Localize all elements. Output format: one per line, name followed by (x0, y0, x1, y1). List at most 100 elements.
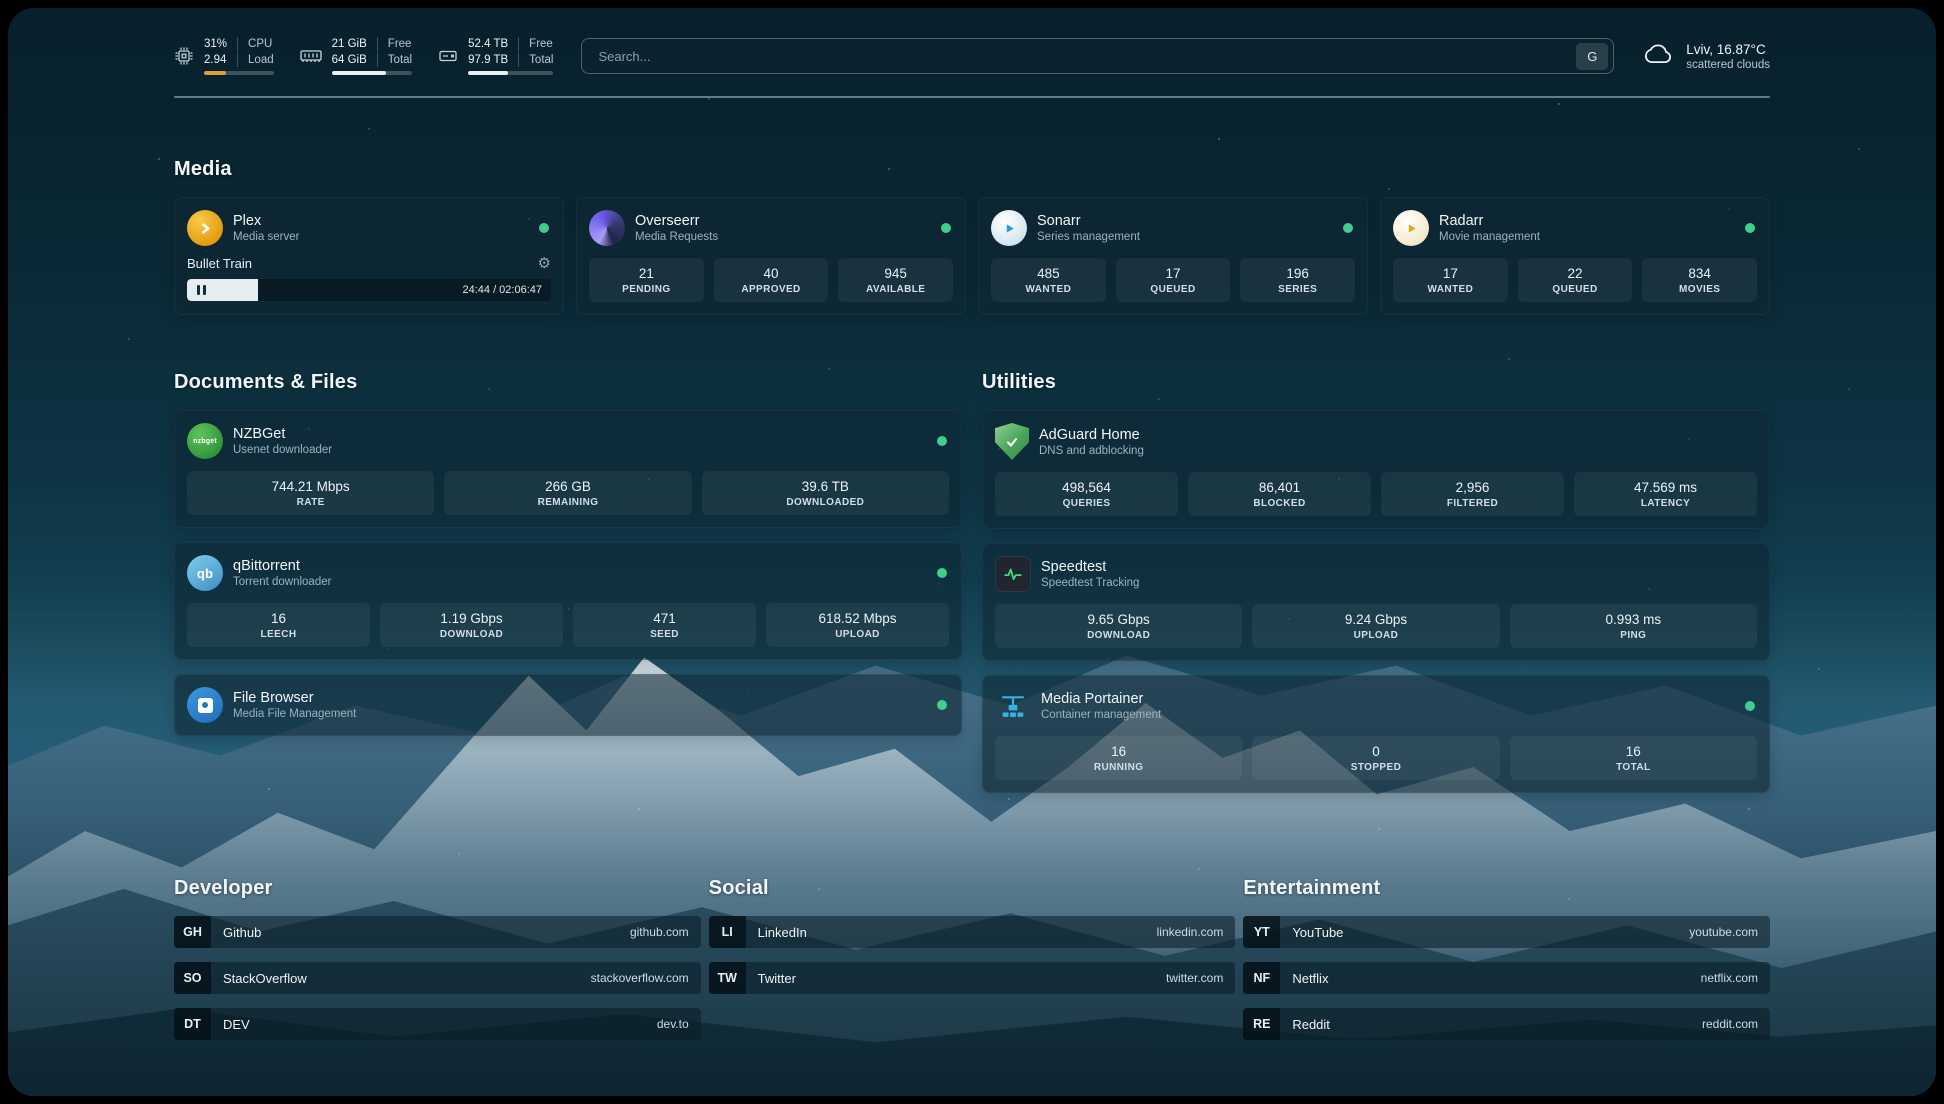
cpu-usage-label: CPU (237, 37, 274, 52)
service-card-plex[interactable]: Plex Media server Bullet Train ⚙ (174, 197, 564, 315)
filebrowser-icon (187, 687, 223, 723)
service-subtitle: Speedtest Tracking (1041, 577, 1757, 589)
link-url: reddit.com (1702, 1008, 1770, 1040)
search-input[interactable] (596, 48, 1576, 65)
overseerr-icon (589, 210, 625, 246)
stat-value: 834 (1688, 266, 1711, 281)
section-title-entertainment: Entertainment (1243, 877, 1770, 900)
stat-label: DOWNLOAD (440, 629, 503, 640)
section-social: Social LI LinkedIn linkedin.com TW Twitt… (709, 877, 1236, 1040)
stat-label: FILTERED (1447, 498, 1498, 509)
gear-icon[interactable]: ⚙ (538, 256, 551, 271)
service-subtitle: Movie management (1439, 231, 1735, 243)
section-title-media: Media (174, 158, 1770, 181)
section-title-utilities: Utilities (982, 371, 1770, 394)
stat-box: 0 STOPPED (1252, 736, 1499, 780)
link-youtube[interactable]: YT YouTube youtube.com (1243, 916, 1770, 948)
memory-widget: 21 GiB Free 64 GiB Total (300, 37, 412, 76)
weather-location: Lviv, 16.87°C (1686, 42, 1770, 57)
search-bar[interactable]: G (581, 38, 1614, 74)
stat-box: 40 APPROVED (714, 258, 829, 302)
stat-box: 945 AVAILABLE (838, 258, 953, 302)
stat-label: BLOCKED (1253, 498, 1305, 509)
link-stackoverflow[interactable]: SO StackOverflow stackoverflow.com (174, 962, 701, 994)
stat-value: 471 (653, 611, 676, 626)
service-card-portainer[interactable]: Media Portainer Container management 16 … (982, 675, 1770, 793)
stat-value: 744.21 Mbps (272, 479, 350, 494)
section-title-social: Social (709, 877, 1236, 900)
link-abbr-badge: YT (1243, 916, 1280, 948)
pause-button[interactable] (197, 285, 206, 295)
now-playing-title: Bullet Train (187, 256, 252, 271)
stat-label: RUNNING (1094, 762, 1143, 773)
link-twitter[interactable]: TW Twitter twitter.com (709, 962, 1236, 994)
link-url: stackoverflow.com (591, 962, 701, 994)
system-stats: 31% CPU 2.94 Load (174, 37, 553, 76)
stat-value: 16 (1111, 744, 1126, 759)
stat-box: 834 MOVIES (1642, 258, 1757, 302)
link-name: LinkedIn (746, 916, 807, 948)
service-card-qbittorrent[interactable]: qb qBittorrent Torrent downloader 16 (174, 542, 962, 660)
link-reddit[interactable]: RE Reddit reddit.com (1243, 1008, 1770, 1040)
stat-box: 498,564 QUERIES (995, 472, 1178, 516)
speedtest-icon (995, 556, 1031, 592)
service-card-nzbget[interactable]: nzbget NZBGet Usenet downloader 744.21 M… (174, 410, 962, 528)
stat-value: 266 GB (545, 479, 591, 494)
storage-total-label: Total (518, 53, 553, 68)
portainer-icon (995, 688, 1031, 724)
service-title: File Browser (233, 690, 927, 706)
top-bar: 31% CPU 2.94 Load (174, 30, 1770, 82)
link-name: Github (211, 916, 261, 948)
stat-box: 744.21 Mbps RATE (187, 471, 434, 515)
stat-label: PING (1620, 630, 1646, 641)
service-card-speedtest[interactable]: Speedtest Speedtest Tracking 9.65 Gbps D… (982, 543, 1770, 661)
service-title: Radarr (1439, 213, 1735, 229)
stat-label: SEED (650, 629, 679, 640)
service-card-filebrowser[interactable]: File Browser Media File Management (174, 674, 962, 736)
service-card-sonarr[interactable]: Sonarr Series management 485 WANTED 17 Q… (978, 197, 1368, 315)
radarr-icon (1393, 210, 1429, 246)
stat-box: 9.24 Gbps UPLOAD (1252, 604, 1499, 648)
section-documents: Documents & Files nzbget NZBGet Usenet d… (174, 371, 962, 793)
stat-value: 17 (1165, 266, 1180, 281)
link-dev[interactable]: DT DEV dev.to (174, 1008, 701, 1040)
storage-free-value: 52.4 TB (468, 37, 518, 52)
stat-value: 0.993 ms (1606, 612, 1662, 627)
link-netflix[interactable]: NF Netflix netflix.com (1243, 962, 1770, 994)
stat-value: 618.52 Mbps (818, 611, 896, 626)
service-card-overseerr[interactable]: Overseerr Media Requests 21 PENDING 40 A… (576, 197, 966, 315)
stat-label: WANTED (1427, 284, 1473, 295)
memory-total-label: Total (377, 53, 412, 68)
player-progress-bar[interactable]: 24:44 / 02:06:47 (187, 279, 551, 301)
memory-free-label: Free (377, 37, 412, 52)
stat-label: REMAINING (538, 497, 599, 508)
stat-label: UPLOAD (835, 629, 880, 640)
stat-box: 16 TOTAL (1510, 736, 1757, 780)
stat-value: 47.569 ms (1634, 480, 1697, 495)
stat-box: 485 WANTED (991, 258, 1106, 302)
topbar-divider (174, 96, 1770, 98)
stat-box: 266 GB REMAINING (444, 471, 691, 515)
service-subtitle: Media server (233, 231, 529, 243)
search-engine-badge[interactable]: G (1576, 43, 1608, 70)
link-linkedin[interactable]: LI LinkedIn linkedin.com (709, 916, 1236, 948)
stat-box: 618.52 Mbps UPLOAD (766, 603, 949, 647)
cpu-usage-value: 31% (204, 37, 237, 52)
service-card-radarr[interactable]: Radarr Movie management 17 WANTED 22 QUE… (1380, 197, 1770, 315)
qbittorrent-icon: qb (187, 555, 223, 591)
stat-value: 22 (1567, 266, 1582, 281)
service-card-adguard[interactable]: AdGuard Home DNS and adblocking 498,564 … (982, 410, 1770, 529)
link-github[interactable]: GH Github github.com (174, 916, 701, 948)
section-entertainment: Entertainment YT YouTube youtube.com NF … (1243, 877, 1770, 1040)
stat-value: 16 (1626, 744, 1641, 759)
stat-box: 196 SERIES (1240, 258, 1355, 302)
stat-box: 22 QUEUED (1518, 258, 1633, 302)
stat-label: MOVIES (1679, 284, 1720, 295)
memory-total-value: 64 GiB (332, 53, 377, 68)
stat-value: 0 (1372, 744, 1380, 759)
stat-label: DOWNLOAD (1087, 630, 1150, 641)
link-abbr-badge: TW (709, 962, 746, 994)
stat-box: 17 QUEUED (1116, 258, 1231, 302)
stat-value: 39.6 TB (802, 479, 849, 494)
link-name: DEV (211, 1008, 250, 1040)
